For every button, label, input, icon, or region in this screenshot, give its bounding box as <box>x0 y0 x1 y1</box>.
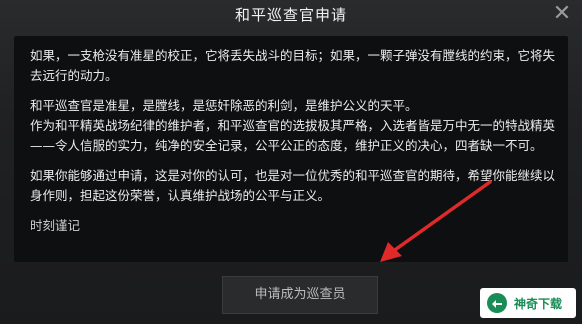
scroll-fade <box>14 244 568 262</box>
apply-inspector-button[interactable]: 申请成为巡查员 <box>222 276 378 314</box>
paragraph-selection: 作为和平精英战场纪律的维护者，和平巡查官的选拔极其严格，入选者皆是万中无一的特战… <box>30 118 556 153</box>
paragraph-truncated: 时刻谨记 <box>30 218 81 233</box>
paragraph-approval: 如果你能够通过申请，这是对你的认可，也是对一位优秀的和平巡查官的期待，希望你能继… <box>30 168 556 203</box>
close-icon[interactable]: ✕ <box>550 2 574 26</box>
watermark-text: 神奇下载 <box>514 296 563 311</box>
paragraph-role: 和平巡查官是准星，是膛线，是惩奸除恶的利剑，是维护公义的天平。 <box>30 98 418 113</box>
content-panel[interactable]: 如果，一支枪没有准星的校正，它将丢失战斗的目标；如果，一颗子弹没有膛线的约束，它… <box>14 36 568 262</box>
content-text: 如果，一支枪没有准星的校正，它将丢失战斗的目标；如果，一颗子弹没有膛线的约束，它… <box>30 46 556 246</box>
watermark-logo-icon <box>487 293 507 313</box>
paragraph-intro: 如果，一支枪没有准星的校正，它将丢失战斗的目标；如果，一颗子弹没有膛线的约束，它… <box>30 48 556 83</box>
watermark-badge: 神奇下载 <box>480 288 576 318</box>
dialog-title: 和平巡查官申请 <box>234 6 347 24</box>
